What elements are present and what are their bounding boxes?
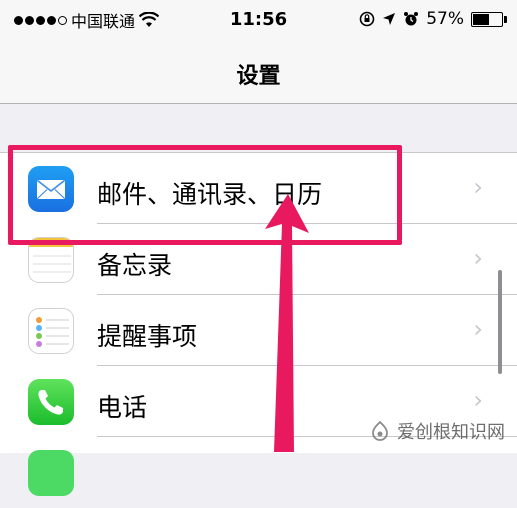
location-icon — [383, 13, 396, 25]
chevron-right-icon: › — [473, 173, 483, 201]
chevron-right-icon: › — [473, 386, 483, 414]
settings-row-partial[interactable] — [0, 437, 517, 508]
rotation-lock-icon — [359, 11, 375, 27]
highlight-box — [8, 145, 402, 245]
app-icon — [28, 450, 74, 496]
status-indicators: 57% — [359, 9, 507, 29]
chevron-right-icon: › — [473, 244, 483, 272]
alarm-icon — [404, 12, 419, 26]
chevron-right-icon: › — [473, 315, 483, 343]
watermark-text: 爱创根知识网 — [397, 422, 505, 443]
settings-row-label: 电话 — [97, 393, 148, 422]
watermark: 爱创根知识网 — [369, 418, 505, 444]
settings-row-label: 备忘录 — [97, 251, 173, 280]
phone-icon — [28, 379, 74, 425]
battery-level — [473, 13, 489, 25]
status-bar: 中国联通 11:56 57% — [0, 0, 517, 42]
battery-percentage: 57% — [426, 9, 464, 29]
reminders-icon — [28, 308, 74, 354]
scrollbar[interactable] — [498, 270, 502, 374]
navigation-bar: 设置 — [0, 42, 517, 104]
watermark-logo-icon — [372, 420, 388, 441]
battery-icon — [471, 11, 507, 27]
page-title: 设置 — [236, 64, 281, 89]
settings-row-reminders[interactable]: 提醒事项 › — [0, 295, 517, 366]
settings-row-label: 提醒事项 — [97, 322, 198, 351]
